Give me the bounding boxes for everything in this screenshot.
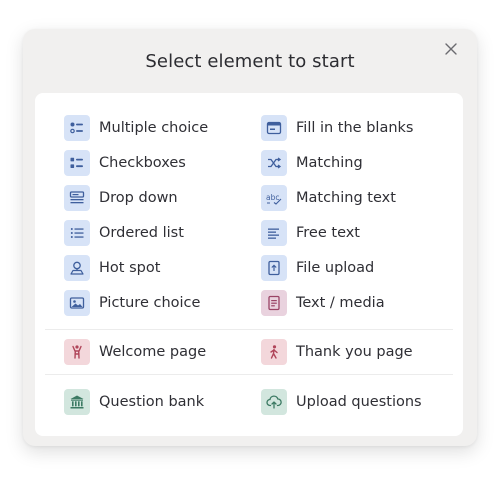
- option-label: File upload: [296, 260, 375, 276]
- dropdown-icon: [64, 185, 90, 211]
- option-thank-you-page[interactable]: Thank you page: [261, 339, 413, 365]
- option-label: Hot spot: [99, 260, 161, 276]
- option-label: Upload questions: [296, 394, 422, 410]
- option-label: Welcome page: [99, 344, 207, 360]
- option-hot-spot[interactable]: Hot spot: [64, 255, 160, 281]
- option-checkboxes[interactable]: Checkboxes: [64, 150, 186, 176]
- option-label: Matching: [296, 155, 363, 171]
- cloud-upload-icon: [261, 389, 287, 415]
- option-free-text[interactable]: Free text: [261, 220, 360, 246]
- text-lines-icon: [261, 220, 287, 246]
- svg-text:abc: abc: [266, 193, 279, 202]
- option-drop-down[interactable]: Drop down: [64, 185, 178, 211]
- section-divider: [45, 374, 453, 375]
- person-wave-icon: [64, 339, 90, 365]
- image-icon: [64, 290, 90, 316]
- option-file-upload[interactable]: File upload: [261, 255, 374, 281]
- multiple-choice-icon: [64, 115, 90, 141]
- option-label: Ordered list: [99, 225, 184, 241]
- section-divider: [45, 329, 453, 330]
- option-label: Matching text: [296, 190, 396, 206]
- bank-icon: [64, 389, 90, 415]
- option-label: Thank you page: [296, 344, 413, 360]
- option-label: Drop down: [99, 190, 178, 206]
- option-fill-in-the-blanks[interactable]: Fill in the blanks: [261, 115, 413, 141]
- fill-blanks-icon: [261, 115, 287, 141]
- ordered-list-icon: [64, 220, 90, 246]
- option-text-media[interactable]: Text / media: [261, 290, 385, 316]
- shuffle-icon: [261, 150, 287, 176]
- option-picture-choice[interactable]: Picture choice: [64, 290, 200, 316]
- option-matching[interactable]: Matching: [261, 150, 363, 176]
- option-label: Picture choice: [99, 295, 201, 311]
- option-upload-questions[interactable]: Upload questions: [261, 389, 422, 415]
- option-welcome-page[interactable]: Welcome page: [64, 339, 206, 365]
- person-walk-icon: [261, 339, 287, 365]
- option-label: Text / media: [296, 295, 385, 311]
- element-panel: Multiple choice Fill in the blanks Check…: [35, 93, 463, 436]
- option-label: Question bank: [99, 394, 205, 410]
- option-label: Free text: [296, 225, 360, 241]
- option-label: Multiple choice: [99, 120, 209, 136]
- file-upload-icon: [261, 255, 287, 281]
- option-multiple-choice[interactable]: Multiple choice: [64, 115, 208, 141]
- option-label: Checkboxes: [99, 155, 186, 171]
- option-ordered-list[interactable]: Ordered list: [64, 220, 184, 246]
- document-icon: [261, 290, 287, 316]
- abc-icon: abc: [261, 185, 287, 211]
- option-matching-text[interactable]: abc Matching text: [261, 185, 396, 211]
- checkboxes-icon: [64, 150, 90, 176]
- select-element-dialog: Select element to start Multiple choice …: [23, 29, 477, 446]
- dialog-title: Select element to start: [145, 51, 355, 72]
- hotspot-pin-icon: [64, 255, 90, 281]
- option-label: Fill in the blanks: [296, 120, 414, 136]
- option-question-bank[interactable]: Question bank: [64, 389, 204, 415]
